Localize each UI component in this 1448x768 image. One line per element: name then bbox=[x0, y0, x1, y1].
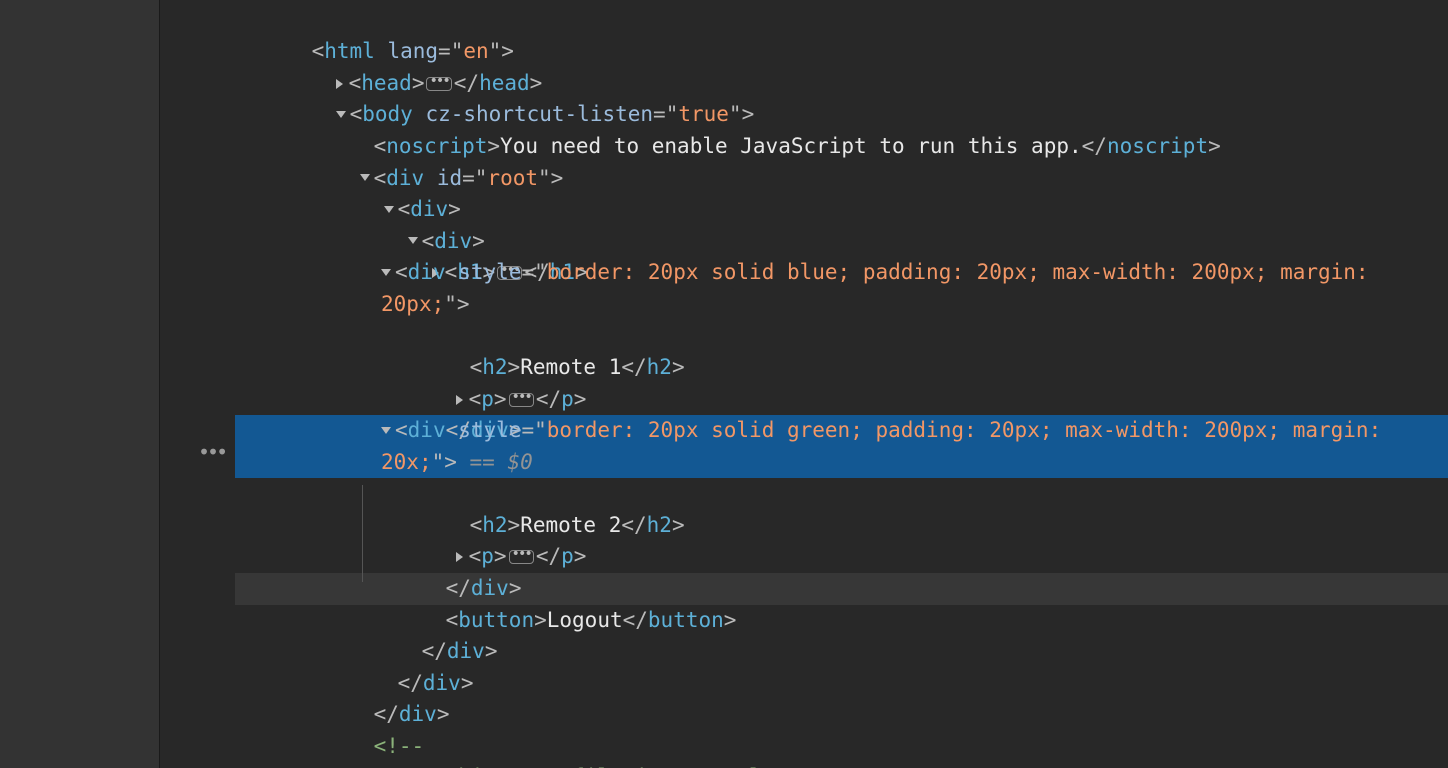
collapse-icon[interactable] bbox=[381, 269, 391, 276]
devtools-sidebar bbox=[0, 0, 160, 768]
tree-row-styled-div-green-selected[interactable]: <div style="border: 20px solid green; pa… bbox=[235, 415, 1448, 478]
ellipsis-icon[interactable]: ••• bbox=[509, 393, 534, 407]
devtools-dom-tree[interactable]: <!DOCTYPE html> <html lang="en"> <head>•… bbox=[235, 0, 1448, 768]
tree-row-html[interactable]: <html lang="en"> bbox=[235, 5, 1448, 37]
tree-row-h2[interactable]: <h2>Remote 2</h2> bbox=[235, 478, 1448, 510]
tree-row-h2[interactable]: <h2>Remote 1</h2> bbox=[235, 320, 1448, 352]
devtools-gutter: ••• bbox=[160, 0, 235, 768]
collapse-icon[interactable] bbox=[408, 237, 418, 244]
collapse-icon[interactable] bbox=[384, 206, 394, 213]
ellipsis-icon[interactable]: ••• bbox=[509, 550, 534, 564]
collapse-icon[interactable] bbox=[360, 174, 370, 181]
tree-row-styled-div-blue[interactable]: <div style="border: 20px solid blue; pad… bbox=[235, 257, 1448, 320]
expand-icon[interactable] bbox=[456, 395, 463, 405]
ellipsis-icon[interactable]: ••• bbox=[426, 77, 451, 91]
collapse-icon[interactable] bbox=[381, 427, 391, 434]
tree-depth-guide bbox=[362, 485, 363, 582]
gutter-overflow-dots[interactable]: ••• bbox=[198, 440, 225, 464]
expand-icon[interactable] bbox=[336, 79, 343, 89]
expand-icon[interactable] bbox=[456, 552, 463, 562]
selected-node-reference: == $0 bbox=[457, 450, 533, 474]
collapse-icon[interactable] bbox=[336, 111, 346, 118]
